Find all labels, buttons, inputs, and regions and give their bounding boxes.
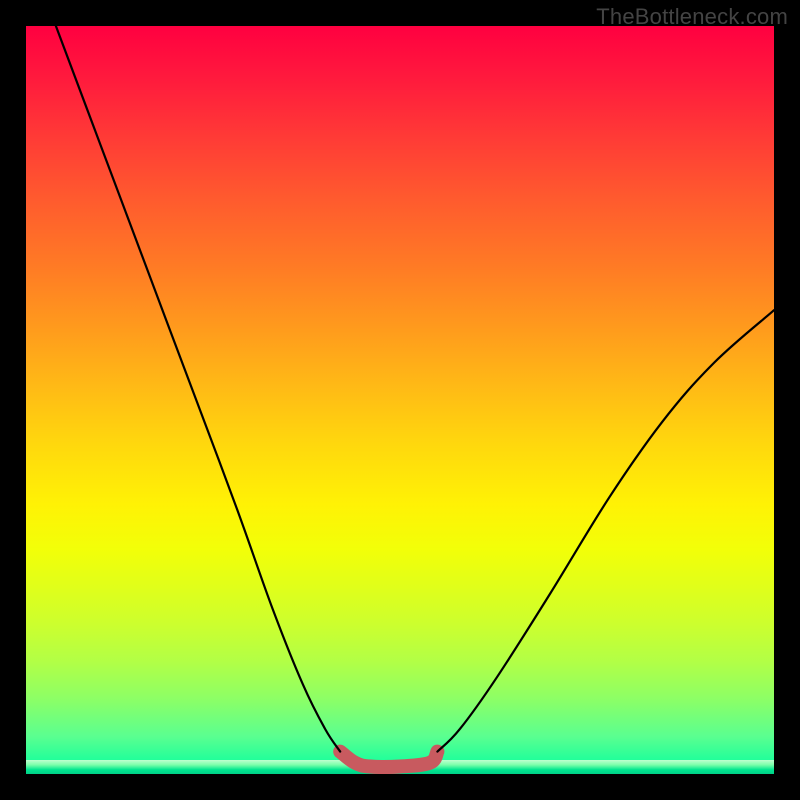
curve-right-arm <box>437 310 774 751</box>
chart-svg <box>26 26 774 774</box>
chart-plot-area <box>26 26 774 774</box>
watermark-text: TheBottleneck.com <box>596 4 788 30</box>
curve-left-arm <box>56 26 340 752</box>
curve-valley <box>340 752 437 767</box>
